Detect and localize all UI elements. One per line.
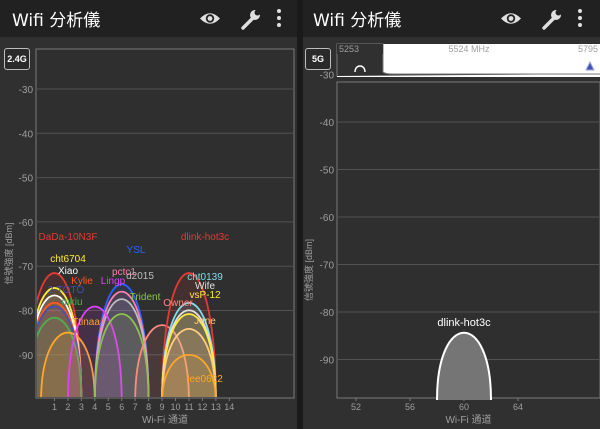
x-tick-label: 11 (184, 402, 193, 412)
x-tick-label: 5 (106, 402, 111, 412)
x-tick-label: 1 (52, 402, 57, 412)
x-tick-label: 64 (513, 402, 523, 412)
x-tick-label: 8 (146, 402, 151, 412)
y-tick-label: -80 (19, 307, 34, 318)
network-label: Jane (194, 316, 216, 327)
y-tick-label: -30 (19, 85, 34, 96)
y-tick-label: -90 (320, 356, 335, 367)
y-tick-label: -90 (19, 351, 34, 362)
network-label: Ttinaa (72, 317, 100, 328)
y-tick-label: -60 (19, 218, 34, 229)
y-tick-label: -50 (320, 166, 335, 177)
x-tick-label: 10 (170, 402, 180, 412)
x-tick-label: 12 (197, 402, 207, 412)
y-tick-label: -70 (19, 262, 34, 273)
x-tick-label: 2 (65, 402, 70, 412)
panel-2-4g: Wifi 分析儀 2.4G -30 -40 -50 -60 -70 -80 -90 信號強度 … (0, 0, 297, 429)
y-tick-label: -30 (320, 71, 335, 82)
network-label: Lingp (101, 276, 126, 287)
freq-end-label: 5795 (578, 44, 598, 54)
y-tick-label: -70 (320, 261, 335, 272)
x-axis-title: Wi-Fi 通道 (445, 413, 491, 426)
freq-start-label: 5253 (339, 44, 359, 54)
x-axis-title: Wi-Fi 通道 (142, 413, 188, 426)
x-tick-label: 3 (79, 402, 84, 412)
x-tick-label: 60 (459, 402, 469, 412)
y-tick-label: -40 (320, 118, 335, 129)
x-tick-label: 9 (160, 402, 165, 412)
x-tick-label: 4 (92, 402, 97, 412)
network-label: DaDa-10N3F (39, 232, 98, 243)
x-tick-label: 13 (211, 402, 221, 412)
network-label: d2015 (126, 271, 154, 282)
network-label: lee0622 (187, 374, 223, 385)
y-axis-title: 信號強度 [dBm] (3, 222, 14, 284)
x-tick-label: 14 (224, 402, 234, 412)
freq-center-label: 5524 MHz (448, 44, 490, 54)
x-tick-label: 52 (351, 402, 361, 412)
x-tick-label: 6 (119, 402, 124, 412)
x-tick-label: 7 (133, 402, 138, 412)
y-tick-label: -60 (320, 213, 335, 224)
y-tick-label: -80 (320, 308, 335, 319)
x-tick-label: 56 (405, 402, 415, 412)
network-label: 2-TOTO (48, 285, 85, 296)
y-tick-label: -40 (19, 129, 34, 140)
network-label: dlink-hot3c (181, 232, 229, 243)
panel-5g: Wifi 分析儀 5G -30 -40 -50 -60 -70 -80 -90 信號強度 [d… (303, 0, 600, 429)
frequency-overview: 5253 5524 MHz 5795 (336, 43, 600, 77)
signal-chart-2-4g: -30-40-50-60-70-80-90信號強度 [dBm]Wi-Fi 通道1… (3, 48, 295, 426)
network-label: vsP-12 (189, 290, 221, 301)
y-tick-label: -50 (19, 174, 34, 185)
network-label: dlink-hot3c (437, 317, 491, 329)
network-label: cht6704 (50, 254, 86, 265)
network-label: YSL (127, 245, 146, 256)
network-label: mkiu (61, 297, 82, 308)
signal-chart-5g: -30 -40 -50 -60 -70 -80 -90 信號強度 [dBm] Wi-Fi 通道 5… (303, 43, 600, 426)
y-axis-title: 信號強度 [dBm] (303, 239, 314, 301)
network-label: Trident (130, 292, 161, 303)
